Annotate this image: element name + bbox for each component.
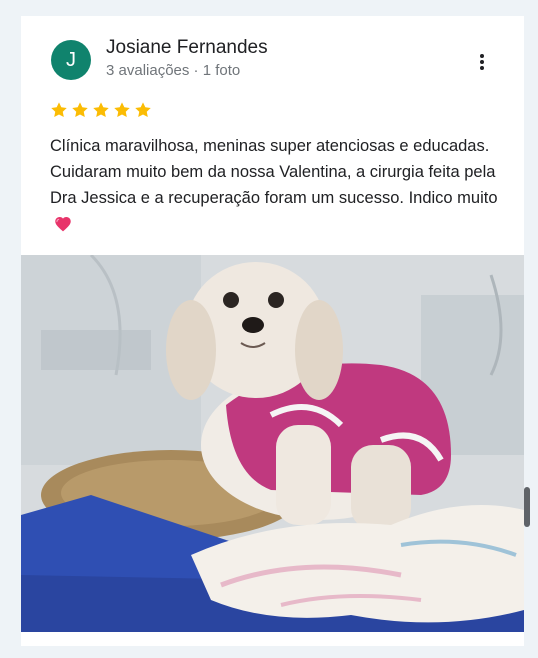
scrollbar-thumb[interactable] <box>524 487 530 527</box>
review-text-block: Clínica maravilhosa, meninas super atenc… <box>50 133 510 237</box>
star-icon <box>93 102 109 118</box>
dog-photo-illustration <box>21 255 524 632</box>
review-photo[interactable] <box>21 255 524 632</box>
more-options-button[interactable] <box>473 52 491 72</box>
star-icon <box>72 102 88 118</box>
reviewer-meta: 3 avaliações · 1 foto <box>106 62 241 79</box>
reviewer-name[interactable]: Josiane Fernandes <box>106 37 268 59</box>
heart-emoji-icon <box>55 217 71 232</box>
star-icon <box>51 102 67 118</box>
review-card: J Josiane Fernandes 3 avaliações · 1 fot… <box>21 16 524 646</box>
avatar[interactable]: J <box>51 40 91 80</box>
review-text: Clínica maravilhosa, meninas super atenc… <box>50 137 498 207</box>
star-icon <box>135 102 151 118</box>
star-icon <box>114 102 130 118</box>
more-vert-icon <box>480 54 484 70</box>
star-rating <box>50 101 152 119</box>
